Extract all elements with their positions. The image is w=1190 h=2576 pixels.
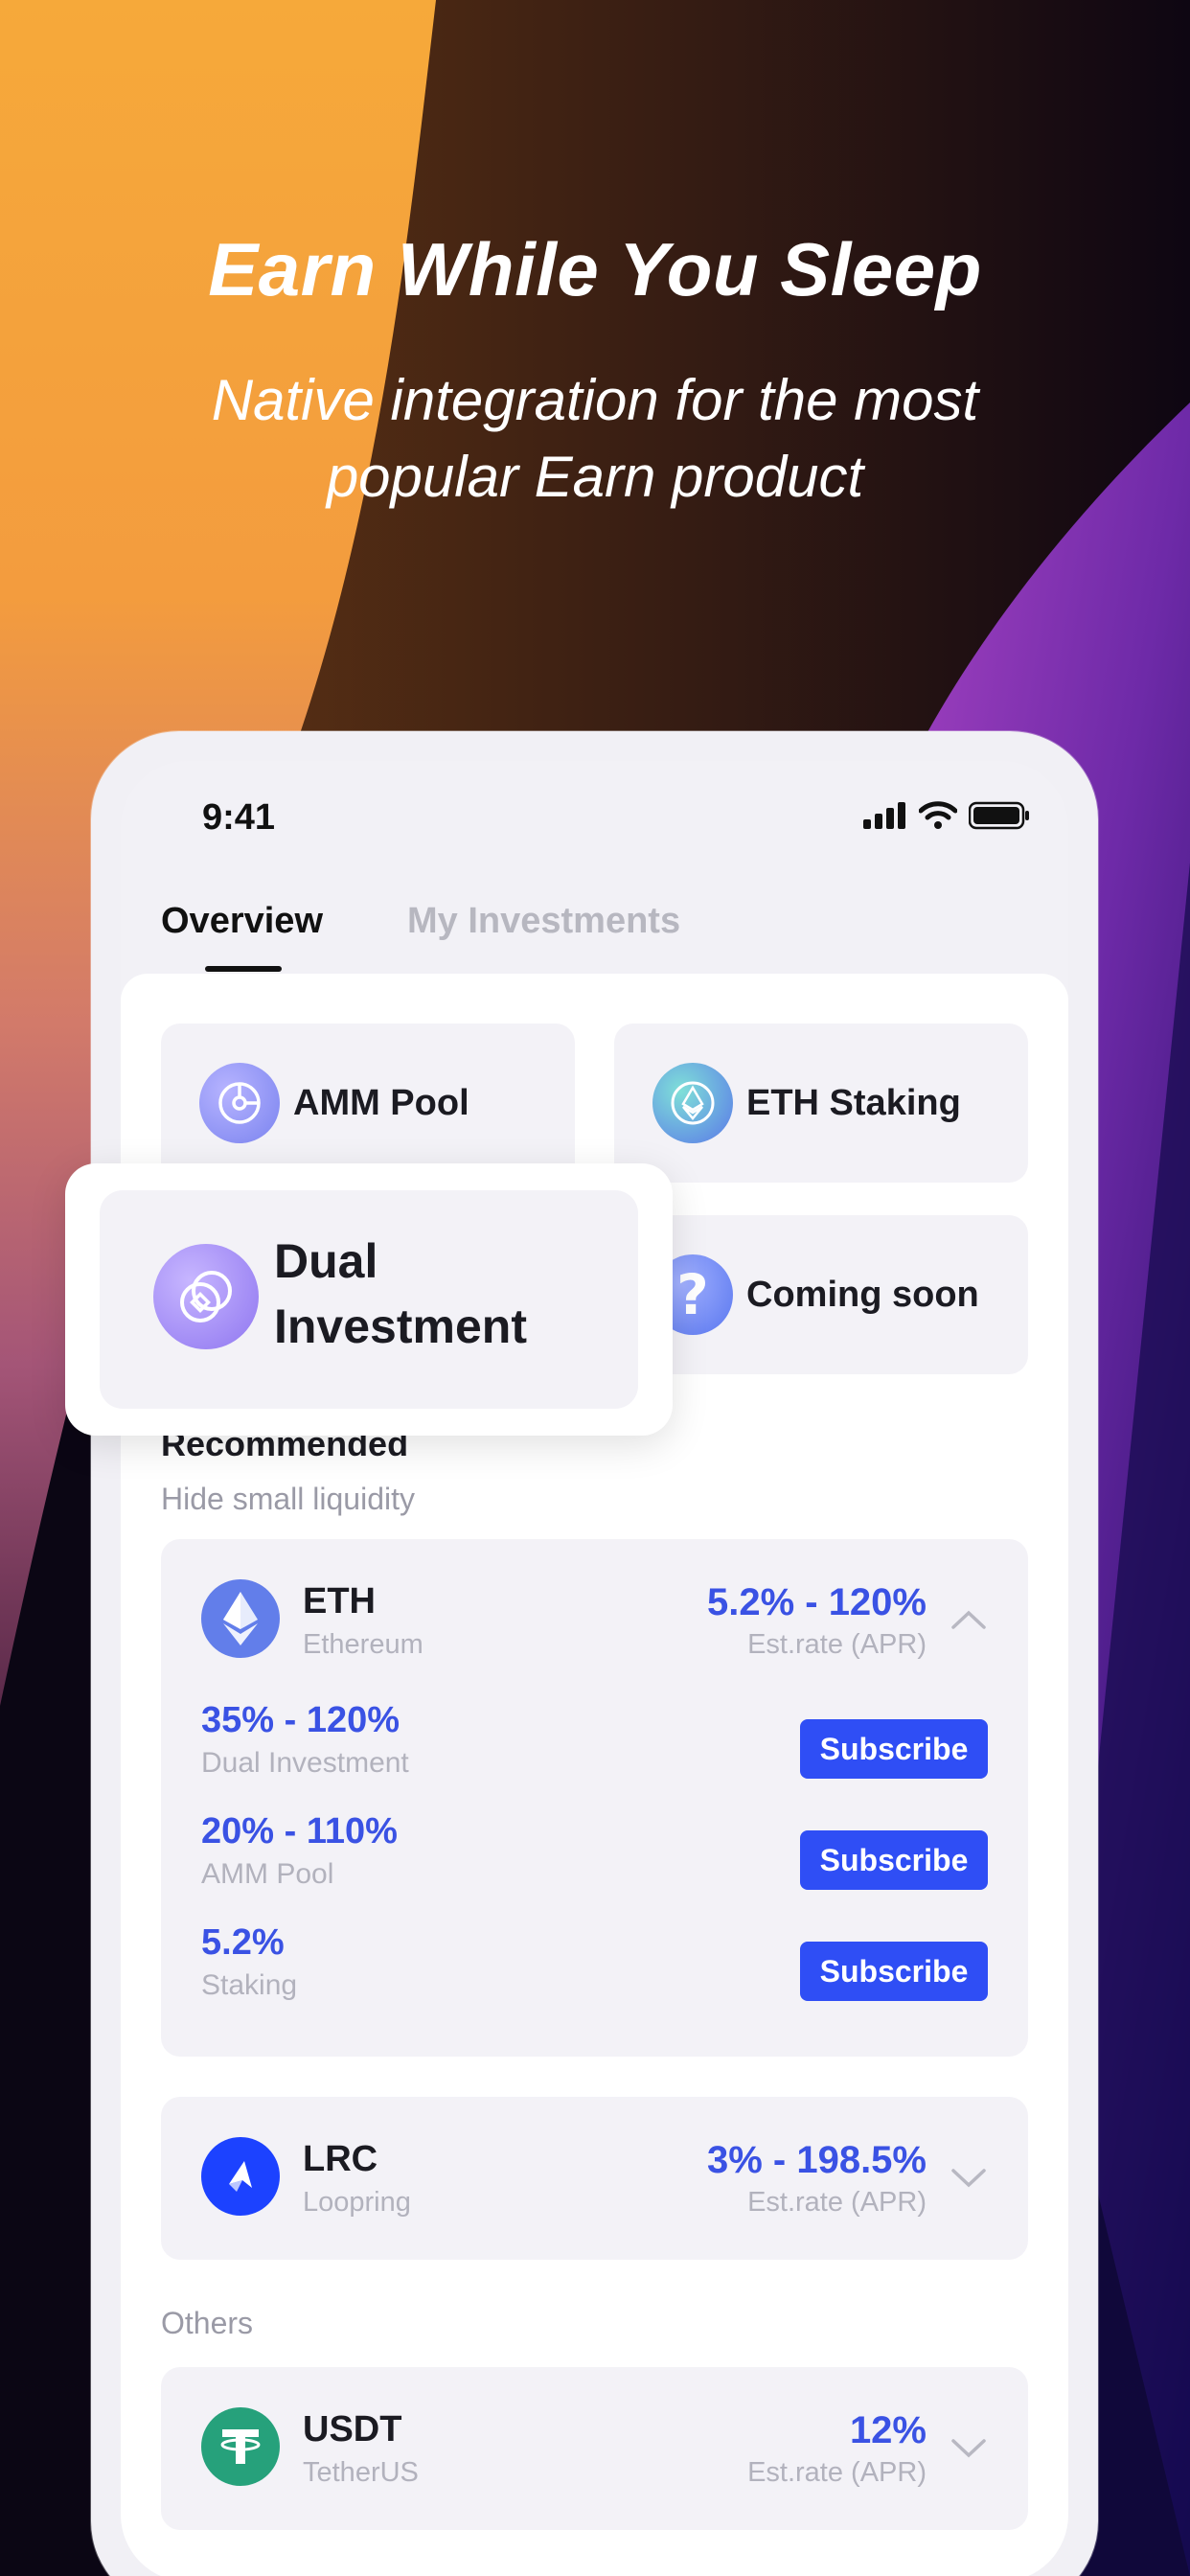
tab-bar: Overview My Investments <box>161 901 680 942</box>
status-time: 9:41 <box>202 797 276 838</box>
asset-rate: 5.2% - 120% <box>706 1581 927 1623</box>
product-rate: 20% - 110% <box>201 1811 398 1852</box>
lrc-icon <box>201 2137 280 2216</box>
asset-name: TetherUS <box>303 2457 419 2488</box>
others-title: Others <box>161 2306 254 2340</box>
dual-investment-card[interactable]: Dual Investment <box>65 1163 673 1436</box>
eth-staking-card[interactable]: ETH Staking <box>614 1024 1028 1183</box>
eth-icon <box>201 1579 280 1658</box>
asset-symbol: USDT <box>303 2409 402 2450</box>
chevron-down-icon[interactable] <box>950 2166 988 2189</box>
asset-name: Loopring <box>303 2187 411 2218</box>
asset-rate-label: Est.rate (APR) <box>747 2457 927 2488</box>
chevron-down-icon[interactable] <box>950 2436 988 2459</box>
promo-headline: Earn While You Sleep <box>208 227 982 311</box>
coming-soon-card[interactable]: ? Coming soon <box>614 1215 1028 1374</box>
subscribe-button[interactable]: Subscribe <box>800 1719 988 1779</box>
product-row: 20% - 110% AMM Pool <box>201 1811 398 1891</box>
product-name: Dual Investment <box>201 1747 409 1779</box>
asset-symbol: LRC <box>303 2139 378 2179</box>
asset-eth[interactable]: ETH Ethereum 5.2% - 120% Est.rate (APR) … <box>161 1539 1028 2057</box>
signal-icon <box>863 802 905 829</box>
app-screen: 9:41 Overview My Investments AMM Pool ET… <box>121 761 1068 2576</box>
chevron-up-icon[interactable] <box>950 1608 988 1631</box>
active-tab-indicator <box>205 966 282 972</box>
subscribe-button[interactable]: Subscribe <box>800 1942 988 2001</box>
tab-overview[interactable]: Overview <box>161 901 323 942</box>
promo-subline: Native integration for the most popular … <box>211 368 979 509</box>
asset-rate: 3% - 198.5% <box>706 2139 927 2181</box>
wifi-icon <box>919 801 957 829</box>
amm-pool-label: AMM Pool <box>293 1082 469 1123</box>
eth-staking-icon <box>652 1063 733 1143</box>
asset-rate-label: Est.rate (APR) <box>747 2187 927 2218</box>
asset-usdt[interactable]: USDT TetherUS 12% Est.rate (APR) <box>161 2367 1028 2530</box>
asset-rate-label: Est.rate (APR) <box>747 1629 927 1660</box>
amm-pool-card[interactable]: AMM Pool <box>161 1024 575 1183</box>
hide-small-liquidity-toggle[interactable]: Hide small liquidity <box>161 1482 415 1517</box>
product-rate: 5.2% <box>201 1922 285 1963</box>
asset-lrc[interactable]: LRC Loopring 3% - 198.5% Est.rate (APR) <box>161 2097 1028 2260</box>
status-bar: 9:41 <box>121 761 1068 876</box>
asset-rate: 12% <box>849 2409 927 2451</box>
product-rate: 35% - 120% <box>201 1700 400 1740</box>
battery-icon <box>969 801 1029 830</box>
usdt-icon <box>201 2407 280 2486</box>
dual-investment-label: Dual Investment <box>274 1234 527 1353</box>
product-name: Staking <box>201 1969 298 2001</box>
tab-my-investments[interactable]: My Investments <box>407 901 680 942</box>
eth-staking-label: ETH Staking <box>746 1082 961 1123</box>
product-row: 5.2% Staking <box>201 1922 297 2002</box>
asset-name: Ethereum <box>303 1629 423 1660</box>
product-row: 35% - 120% Dual Investment <box>201 1700 409 1780</box>
subscribe-button[interactable]: Subscribe <box>800 1830 988 1890</box>
product-name: AMM Pool <box>201 1858 334 1890</box>
coming-soon-label: Coming soon <box>746 1274 979 1315</box>
dual-investment-icon <box>153 1244 259 1349</box>
asset-symbol: ETH <box>303 1581 376 1622</box>
amm-pool-icon <box>199 1063 280 1143</box>
